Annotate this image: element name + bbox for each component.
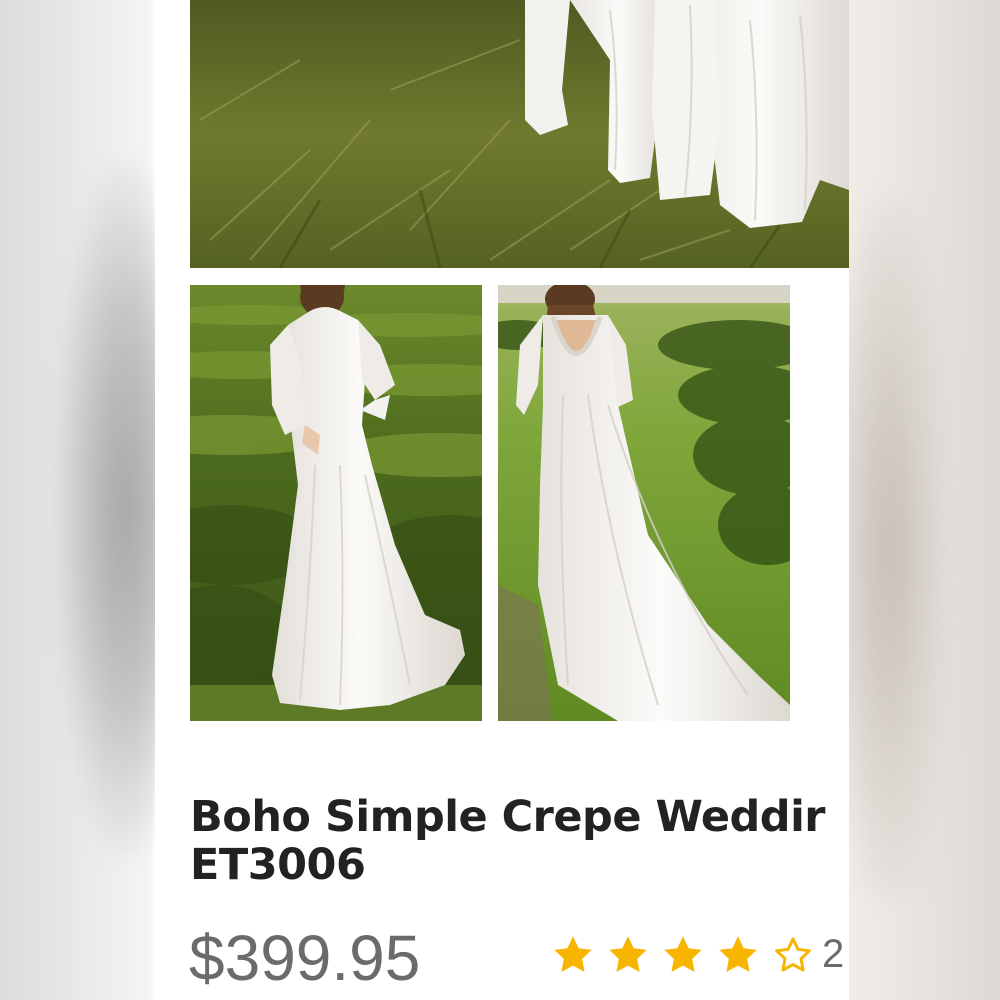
product-image-back[interactable]: [498, 285, 790, 721]
star-filled-icon: [551, 933, 595, 977]
back-photo-illustration: [498, 285, 790, 721]
blurred-background-left: [0, 0, 155, 1000]
product-title[interactable]: Boho Simple Crepe Weddir ET3006: [190, 793, 849, 889]
front-photo-illustration: [190, 285, 482, 721]
product-title-line-2: ET3006: [190, 840, 366, 890]
product-price: $399.95: [189, 922, 421, 994]
star-filled-icon: [716, 933, 760, 977]
star-filled-icon: [661, 933, 705, 977]
star-filled-icon: [606, 933, 650, 977]
product-card: Boho Simple Crepe Weddir ET3006 $399.95 …: [155, 0, 849, 1000]
review-count[interactable]: 2: [822, 932, 844, 977]
product-image-front[interactable]: [190, 285, 482, 721]
star-rating[interactable]: 2: [551, 932, 844, 977]
product-title-line-1: Boho Simple Crepe Weddir: [190, 792, 826, 842]
blurred-background-right: [849, 0, 1000, 1000]
hem-photo-illustration: [190, 0, 849, 268]
star-outline-icon: [771, 933, 815, 977]
product-image-hem[interactable]: [190, 0, 849, 268]
